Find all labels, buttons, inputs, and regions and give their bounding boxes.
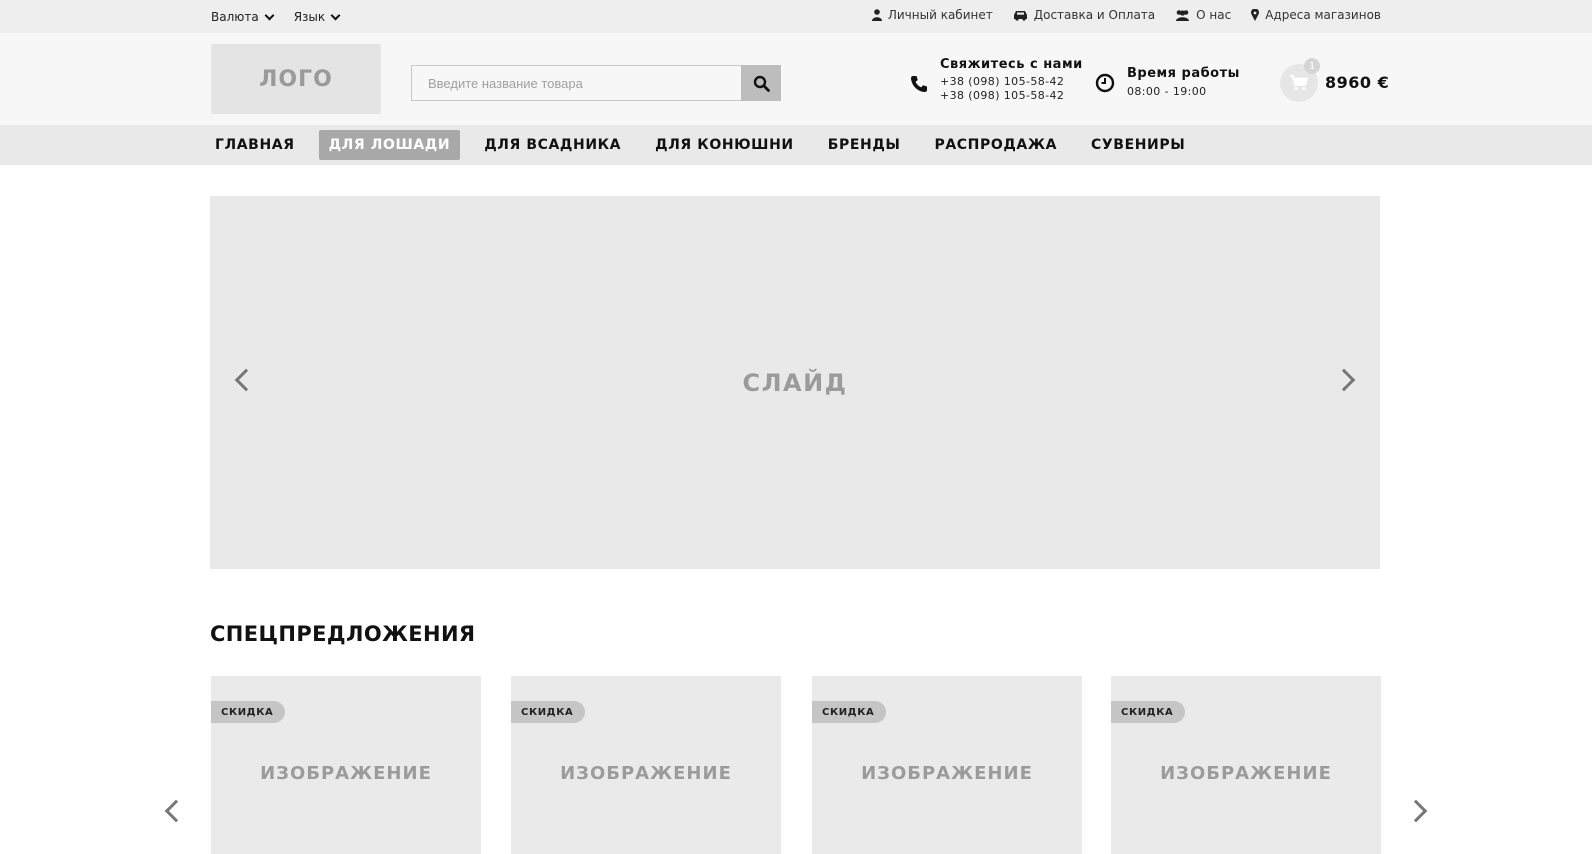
shopping-cart-icon <box>1290 75 1308 91</box>
contact-phone[interactable]: +38 (098) 105-58-42 <box>940 75 1083 89</box>
nav-item-souvenirs[interactable]: СУВЕНИРЫ <box>1081 130 1195 160</box>
working-hours-block: Время работы 08:00 - 19:00 <box>1095 66 1240 98</box>
discount-badge: СКИДКА <box>511 701 586 723</box>
discount-badge: СКИДКА <box>211 701 286 723</box>
search-icon <box>753 75 770 92</box>
phone-icon <box>911 76 927 92</box>
stores-link[interactable]: Адреса магазинов <box>1251 8 1381 22</box>
account-link[interactable]: Личный кабинет <box>871 8 993 22</box>
contact-phone[interactable]: +38 (098) 105-58-42 <box>940 89 1083 103</box>
main-nav: ГЛАВНАЯ ДЛЯ ЛОШАДИ ДЛЯ ВСАДНИКА ДЛЯ КОНЮ… <box>0 125 1592 165</box>
hero-slider: СЛАЙД <box>210 196 1380 569</box>
chevron-right-icon <box>1332 368 1356 392</box>
product-card[interactable]: СКИДКА ИЗОБРАЖЕНИЕ <box>511 676 781 854</box>
carousel-prev-button[interactable] <box>164 799 188 823</box>
car-icon <box>1013 10 1027 21</box>
working-hours-title: Время работы <box>1127 66 1240 81</box>
product-card[interactable]: СКИДКА ИЗОБРАЖЕНИЕ <box>211 676 481 854</box>
contact-title: Свяжитесь с нами <box>940 57 1083 72</box>
slider-prev-button[interactable] <box>234 368 258 392</box>
language-label: Язык <box>293 10 326 24</box>
nav-item-brands[interactable]: БРЕНДЫ <box>818 130 911 160</box>
image-placeholder-text: ИЗОБРАЖЕНИЕ <box>260 762 432 784</box>
delivery-link[interactable]: Доставка и Оплата <box>1013 8 1155 22</box>
about-link[interactable]: О нас <box>1175 8 1231 22</box>
map-marker-icon <box>1251 9 1260 21</box>
stores-link-label: Адреса магазинов <box>1265 8 1381 22</box>
search-form <box>411 65 781 101</box>
account-link-label: Личный кабинет <box>887 8 993 22</box>
language-dropdown[interactable]: Язык <box>294 10 342 24</box>
search-input[interactable] <box>411 65 741 101</box>
nav-item-home[interactable]: ГЛАВНАЯ <box>211 130 305 160</box>
clock-icon <box>1095 73 1115 93</box>
user-icon <box>871 9 882 21</box>
users-icon <box>1176 10 1190 21</box>
currency-label: Валюта <box>211 10 259 24</box>
carousel-next-button[interactable] <box>1404 799 1428 823</box>
working-hours-value: 08:00 - 19:00 <box>1127 85 1207 98</box>
top-bar-links: Личный кабинет Доставка и Оплата О нас А… <box>871 8 1381 22</box>
chevron-right-icon <box>1404 799 1428 823</box>
slider-next-button[interactable] <box>1332 368 1356 392</box>
nav-item-for-stable[interactable]: ДЛЯ КОНЮШНИ <box>645 130 804 160</box>
discount-badge: СКИДКА <box>812 701 887 723</box>
cart-button[interactable]: 1 <box>1280 58 1320 102</box>
discount-badge: СКИДКА <box>1111 701 1186 723</box>
top-bar-selectors: Валюта Язык <box>211 10 342 24</box>
delivery-link-label: Доставка и Оплата <box>1033 8 1156 22</box>
contact-block: Свяжитесь с нами +38 (098) 105-58-42 +38… <box>910 57 1083 103</box>
chevron-left-icon <box>164 799 188 823</box>
contact-text: Свяжитесь с нами +38 (098) 105-58-42 +38… <box>940 57 1083 103</box>
chevron-down-icon <box>264 10 275 20</box>
cart-total[interactable]: 8960 € <box>1325 73 1389 92</box>
cart-count-badge: 1 <box>1304 58 1320 74</box>
nav-item-sale[interactable]: РАСПРОДАЖА <box>925 130 1068 160</box>
chevron-left-icon <box>234 368 258 392</box>
working-hours-text: Время работы 08:00 - 19:00 <box>1127 66 1240 98</box>
slide-placeholder-text: СЛАЙД <box>742 368 848 397</box>
product-card[interactable]: СКИДКА ИЗОБРАЖЕНИЕ <box>1111 676 1381 854</box>
image-placeholder-text: ИЗОБРАЖЕНИЕ <box>1160 762 1332 784</box>
currency-dropdown[interactable]: Валюта <box>211 10 276 24</box>
specials-carousel: СКИДКА ИЗОБРАЖЕНИЕ СКИДКА ИЗОБРАЖЕНИЕ СК… <box>0 676 1592 854</box>
nav-item-for-horse[interactable]: ДЛЯ ЛОШАДИ <box>318 130 461 160</box>
product-card[interactable]: СКИДКА ИЗОБРАЖЕНИЕ <box>812 676 1082 854</box>
image-placeholder-text: ИЗОБРАЖЕНИЕ <box>560 762 732 784</box>
nav-item-for-rider[interactable]: ДЛЯ ВСАДНИКА <box>474 130 631 160</box>
about-link-label: О нас <box>1196 8 1232 22</box>
main-nav-list: ГЛАВНАЯ ДЛЯ ЛОШАДИ ДЛЯ ВСАДНИКА ДЛЯ КОНЮ… <box>211 130 1209 160</box>
search-button[interactable] <box>741 65 781 101</box>
header: ЛОГО Свяжитесь с нами +38 (098) 105-58-4… <box>0 33 1592 125</box>
image-placeholder-text: ИЗОБРАЖЕНИЕ <box>861 762 1033 784</box>
specials-title: СПЕЦПРЕДЛОЖЕНИЯ <box>210 622 476 646</box>
chevron-down-icon <box>330 10 341 20</box>
top-bar: Валюта Язык Личный кабинет Доставка и Оп… <box>0 0 1592 33</box>
logo[interactable]: ЛОГО <box>211 44 381 114</box>
